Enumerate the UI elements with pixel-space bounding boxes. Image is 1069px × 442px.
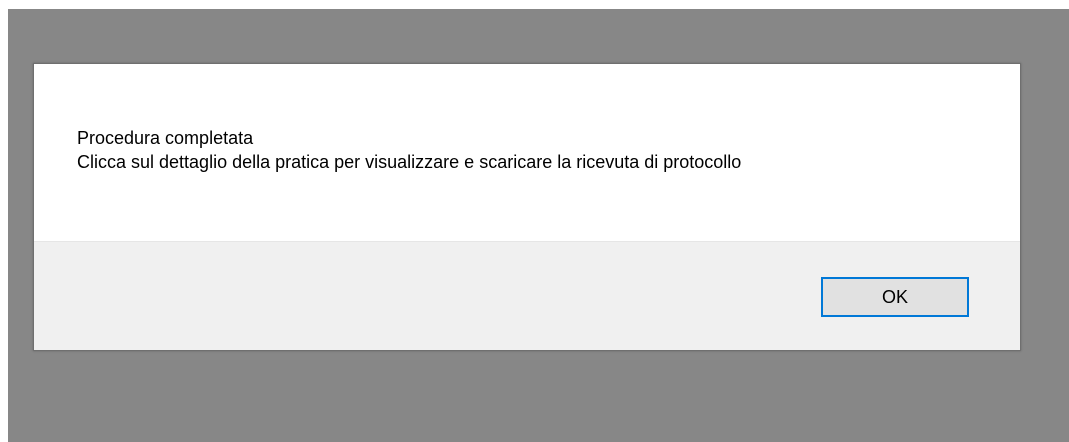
message-title: Procedura completata [77,128,254,148]
message-dialog: Procedura completata Clicca sul dettagli… [33,63,1021,351]
ok-button[interactable]: OK [821,277,969,317]
message-detail: Clicca sul dettaglio della pratica per v… [77,152,742,172]
dialog-footer: OK [34,241,1020,350]
dialog-body: Procedura completata Clicca sul dettagli… [34,64,1020,241]
dialog-message: Procedura completata Clicca sul dettagli… [77,126,741,174]
